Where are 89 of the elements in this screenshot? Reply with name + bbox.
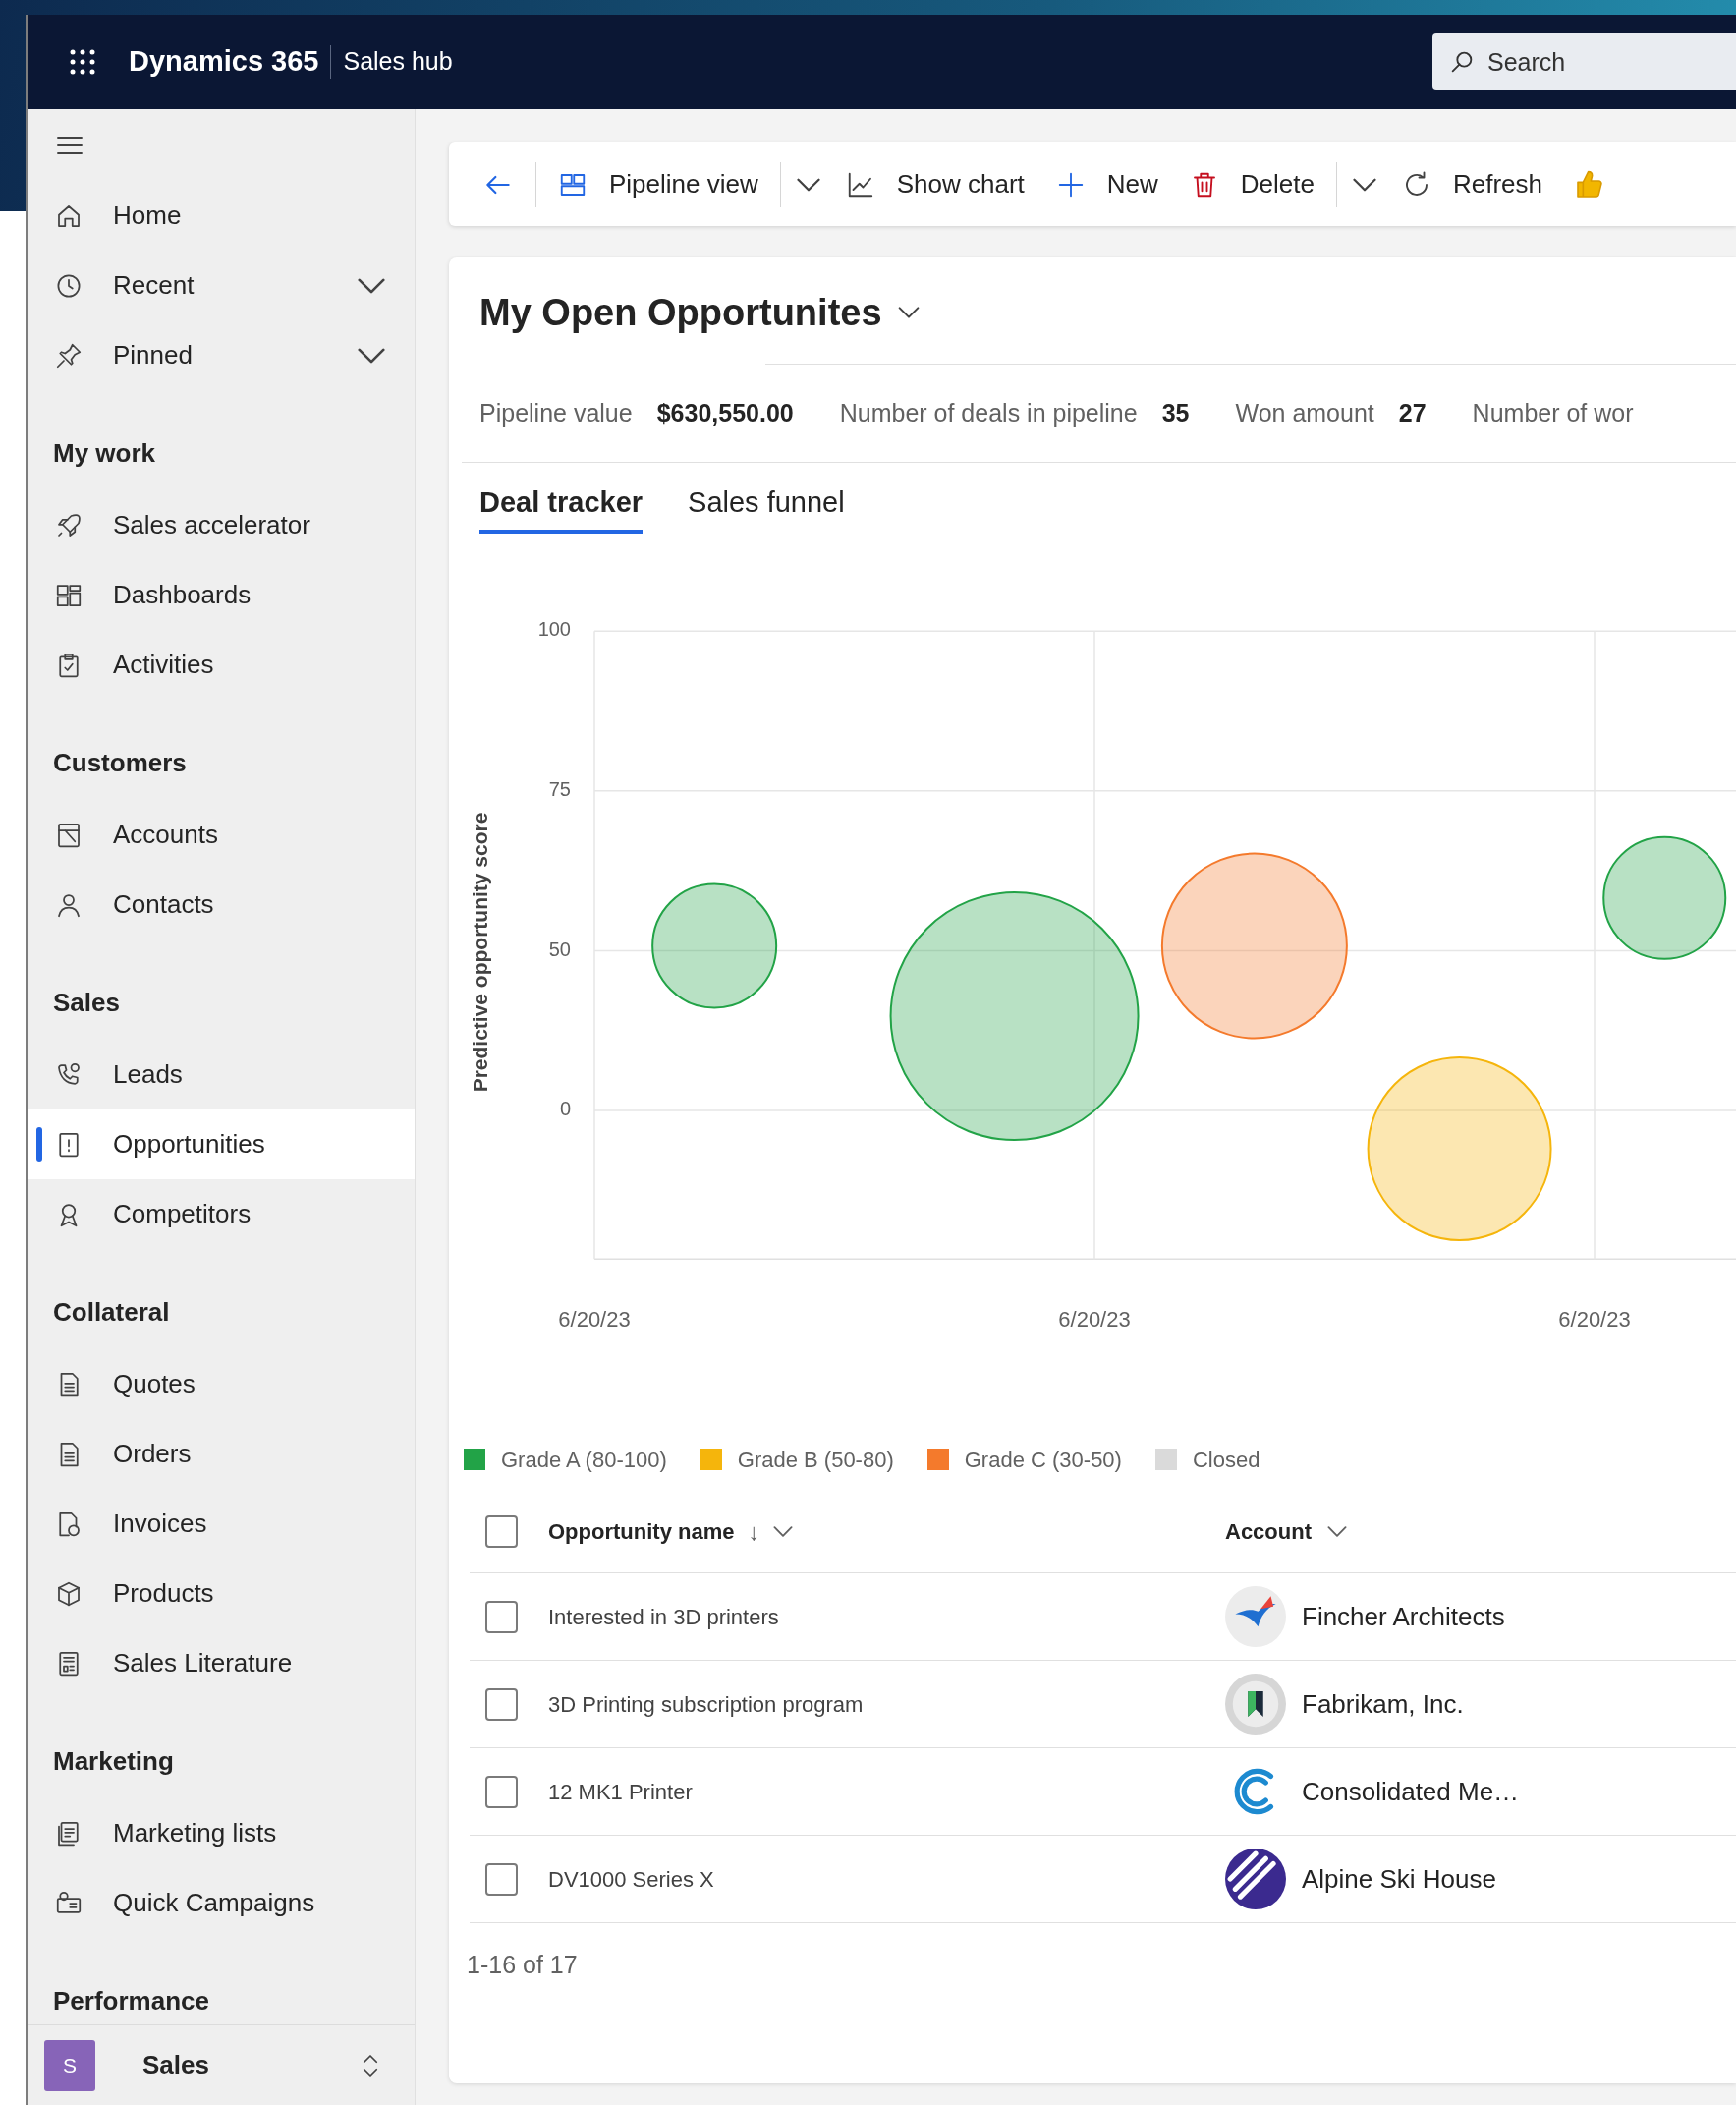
sidebar-item[interactable]: Dashboards [28, 560, 415, 630]
checkbox[interactable] [485, 1775, 518, 1808]
area-switcher[interactable]: S Sales [28, 2024, 415, 2105]
sidebar-item[interactable]: Contacts [28, 870, 415, 939]
chevron-down-icon [796, 177, 820, 192]
chevron-down-icon [358, 347, 385, 364]
sidebar-item[interactable]: Quotes [28, 1349, 415, 1419]
axis-tick-label: 6/20/23 [1058, 1306, 1131, 1332]
area-avatar: S [44, 2039, 95, 2091]
chevron-down-icon[interactable] [773, 1526, 794, 1537]
account-name[interactable]: Fabrikam, Inc. [1302, 1684, 1464, 1724]
sidebar-item[interactable]: Marketing lists [28, 1798, 415, 1868]
bubble[interactable] [1602, 835, 1727, 960]
striped-circle-icon [1225, 1849, 1286, 1909]
opportunity-name[interactable]: Interested in 3D printers [548, 1600, 779, 1633]
section-header: Collateral [53, 1297, 170, 1327]
column-header[interactable]: Account [1225, 1515, 1312, 1548]
axis-title: Predictive opportunity score [468, 812, 491, 1093]
legend-label: Closed [1192, 1446, 1260, 1474]
sidebar-item[interactable]: Home [28, 181, 415, 251]
chevron-down-icon[interactable] [897, 307, 920, 318]
toolbar-button[interactable]: New [1039, 154, 1174, 214]
legend-label: Grade A (80-100) [501, 1446, 667, 1474]
tab[interactable]: Deal tracker [479, 463, 644, 534]
column-header[interactable]: Opportunity name [548, 1515, 735, 1548]
sidebar-item[interactable]: Invoices [28, 1489, 415, 1559]
chevron-down-icon [1353, 177, 1376, 192]
opportunity-name[interactable]: 12 MK1 Printer [548, 1775, 693, 1808]
sidebar-item[interactable]: Sales accelerator [28, 490, 415, 560]
sidebar-item[interactable]: Sales Literature [28, 1628, 415, 1698]
sidebar-item[interactable]: Products [28, 1559, 415, 1628]
kpi-value: $630,550.00 [656, 398, 794, 427]
sort-indicator[interactable]: ↓ [748, 1513, 760, 1550]
chevron-down-icon[interactable] [1327, 1526, 1347, 1537]
selection-indicator [36, 1127, 42, 1162]
sidebar-item[interactable]: Quick Campaigns [28, 1868, 415, 1938]
chevron-down-icon [358, 277, 385, 294]
bird-logo-icon [1225, 1586, 1286, 1647]
opportunity-name[interactable]: 3D Printing subscription program [548, 1687, 864, 1721]
area-name: Sales hub [343, 46, 453, 78]
legend-label: Grade C (30-50) [964, 1446, 1122, 1474]
bubble[interactable] [889, 891, 1140, 1142]
kpi-label: Number of deals in pipeline [839, 398, 1138, 427]
axis-tick-label: 75 [548, 778, 571, 801]
toolbar-button[interactable]: Show chart [829, 154, 1040, 214]
sidebar-item[interactable]: Pinned [28, 320, 415, 390]
section-header: My work [53, 438, 156, 468]
checkbox[interactable] [485, 1600, 518, 1633]
account-name[interactable]: Consolidated Me… [1302, 1772, 1520, 1811]
checkbox[interactable] [485, 1515, 518, 1548]
bookmark-logo-icon [1225, 1674, 1286, 1735]
checkbox[interactable] [485, 1862, 518, 1896]
checkbox[interactable] [485, 1687, 518, 1721]
sidebar-item[interactable]: Leads [28, 1040, 415, 1109]
sidebar-item[interactable]: Competitors [28, 1179, 415, 1249]
search-field[interactable]: Search [1432, 33, 1736, 90]
axis-tick-label: 50 [548, 938, 571, 960]
app-name[interactable]: Dynamics 365 [129, 40, 319, 84]
bubble[interactable] [651, 882, 778, 1009]
sidebar-item[interactable]: Orders [28, 1419, 415, 1489]
legend-label: Grade B (50-80) [737, 1446, 894, 1474]
sidebar-item[interactable]: Activities [28, 630, 415, 700]
kpi-value: 27 [1398, 398, 1427, 427]
view-title[interactable]: My Open Opportunites [479, 290, 882, 335]
bubble[interactable] [1160, 852, 1348, 1040]
section-header: Sales [53, 988, 120, 1017]
account-name[interactable]: Alpine Ski House [1302, 1859, 1496, 1899]
tab[interactable]: Sales funnel [688, 463, 845, 534]
kpi-label: Won amount [1235, 398, 1374, 427]
section-header: Marketing [53, 1746, 174, 1776]
toolbar-button[interactable]: Refresh [1386, 154, 1559, 214]
toolbar-button[interactable]: Pipeline view [542, 154, 774, 214]
section-header: Performance [53, 1986, 209, 2016]
axis-tick-label: 0 [559, 1098, 571, 1120]
kpi-label: Pipeline value [479, 398, 633, 427]
axis-tick-label: 6/20/23 [558, 1306, 631, 1332]
account-name[interactable]: Fincher Architects [1302, 1597, 1505, 1636]
sidebar-item[interactable]: Accounts [28, 800, 415, 870]
axis-tick-label: 100 [537, 618, 571, 641]
app-launcher-icon[interactable] [68, 47, 97, 77]
sidebar-item[interactable]: Opportunities [28, 1109, 415, 1179]
section-header: Customers [53, 748, 187, 777]
kpi-value: 35 [1161, 398, 1190, 427]
sidebar-item[interactable]: Recent [28, 251, 415, 320]
opportunity-name[interactable]: DV1000 Series X [548, 1862, 714, 1896]
record-count: 1-16 of 17 [466, 1950, 579, 1980]
toolbar-button[interactable]: Delete [1173, 154, 1330, 214]
axis-tick-label: 6/20/23 [1558, 1306, 1631, 1332]
kpi-label: Number of wor [1472, 398, 1634, 427]
